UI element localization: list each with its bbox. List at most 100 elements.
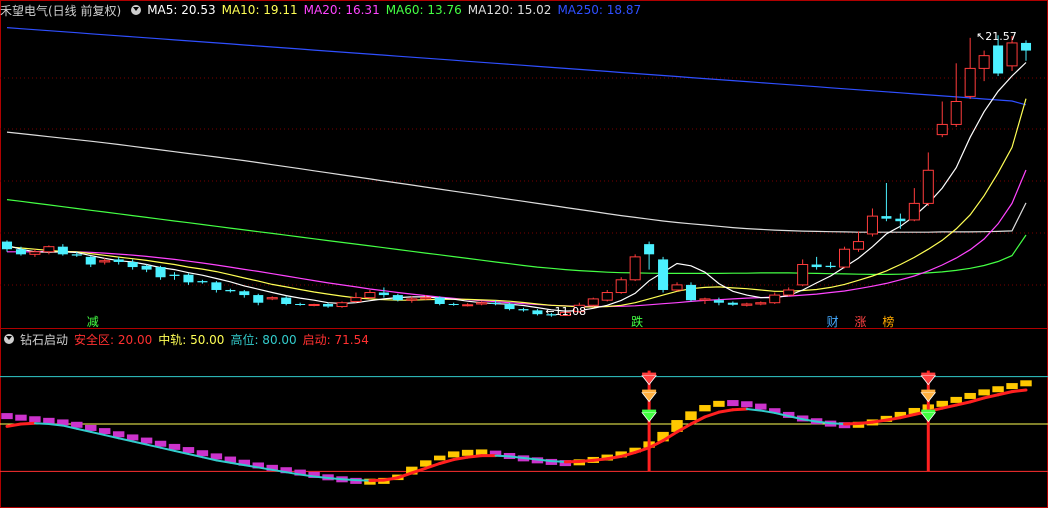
candle-body [727,302,738,305]
indicator-title: 钻石启动 [20,332,69,347]
candle-body [57,246,68,255]
indicator-trend-segment [341,478,357,482]
indicator-bar [1,413,13,420]
indicator-bar [978,389,990,396]
candle-body [978,55,990,69]
candle-body [141,265,152,270]
low-price-label: ←11.08 [545,305,586,318]
ma60-label: MA60: 13.76 [385,3,462,17]
candle-body [1020,42,1032,51]
candle-body [685,284,697,301]
candle-body [225,289,236,292]
indicator-bar [685,411,697,421]
candle-body [797,264,809,286]
candle-body [629,256,641,281]
candle-body [183,274,194,283]
ma60-line [6,199,1027,275]
candle-body [29,251,41,255]
ma250-line [6,27,1027,106]
candle-body [936,123,948,136]
diamond-icon [641,412,657,423]
diamond-icon [920,412,937,423]
indicator-bar [461,449,474,456]
candle-body [601,292,613,301]
candle-body [1006,42,1018,67]
candle-body [350,297,362,302]
ma5-label: MA5: 20.53 [147,3,216,17]
candle-body [852,241,865,250]
candle-body [239,291,250,296]
event-marker: 涨 [854,314,866,329]
candle-body [964,67,976,97]
indicator-bar [713,400,725,407]
candle-body [993,45,1004,74]
indicator-bar [1006,383,1018,390]
candle-body [895,218,906,222]
candle-body [420,297,432,300]
candle-body [839,248,851,268]
ma20-line [7,169,1027,308]
diamond-icon-top [921,389,936,393]
candle-body [336,302,348,308]
diamond-icon-top [642,389,657,393]
candle-body [308,304,320,307]
ma10-label: MA10: 19.11 [221,3,298,17]
candle-body [197,281,208,283]
indicator-bar [15,414,27,421]
candle-body [406,298,418,301]
candle-body [811,264,822,268]
candle-body [169,274,180,276]
candle-body [127,261,138,268]
candle-body [908,202,920,221]
diamond-icon-top [642,409,657,413]
candle-body [448,303,459,305]
candle-body [741,303,753,306]
candle-body [434,297,445,304]
indicator-dropdown-icon[interactable] [4,334,14,344]
candle-body [713,300,724,303]
ma250-label: MA250: 18.87 [557,3,642,17]
candle-body [295,303,306,305]
candle-body [85,256,96,265]
candle-body [671,284,683,291]
diamond-icon-top [921,409,936,413]
chart-canvas: ↖21.57 ←11.08 减 跌 财 涨 榜 [0,0,1048,508]
candle-body [644,244,655,255]
indicator-trend-segment [577,458,595,463]
candle-body [922,169,934,204]
indicator-trend-segment [829,422,846,425]
ma120-label: MA120: 15.02 [467,3,552,17]
indicator-trend-segment [591,457,609,462]
candle-body [253,295,264,303]
candle-body [1,241,13,250]
indicator-bar [434,455,446,461]
candle-body [699,298,711,301]
candle-body [825,265,836,268]
indicator-trend-segment [466,454,484,459]
candle-body [881,216,892,219]
indicator-trend-segment [731,407,749,412]
indicator-trend-segment [19,421,37,426]
indicator-trend-segment [452,455,470,462]
indicator-trend-segment [494,454,511,458]
indicator-trend-segment [327,477,344,481]
indicator-trend-segment [870,418,888,424]
indicator-bar [741,401,753,408]
dropdown-icon[interactable] [131,5,142,15]
indicator-panel-header: 钻石启动 安全区: 20.00 中轨: 50.00 高位: 80.00 启动: … [0,330,375,348]
candle-body [71,254,82,256]
indicator-bar [29,416,41,423]
param-high-zone: 高位: 80.00 [230,332,297,347]
indicator-trend-segment [717,408,735,414]
candle-body [504,303,515,310]
candle-body [155,267,166,278]
indicator-bar [992,386,1004,393]
chart-frame [0,0,1048,508]
indicator-bar [447,451,460,458]
event-marker: 榜 [882,314,894,329]
candle-body [755,302,767,305]
candle-body [866,215,878,235]
indicator-bar [699,405,711,412]
indicator-bar [1020,380,1032,387]
indicator-bar [964,392,976,399]
